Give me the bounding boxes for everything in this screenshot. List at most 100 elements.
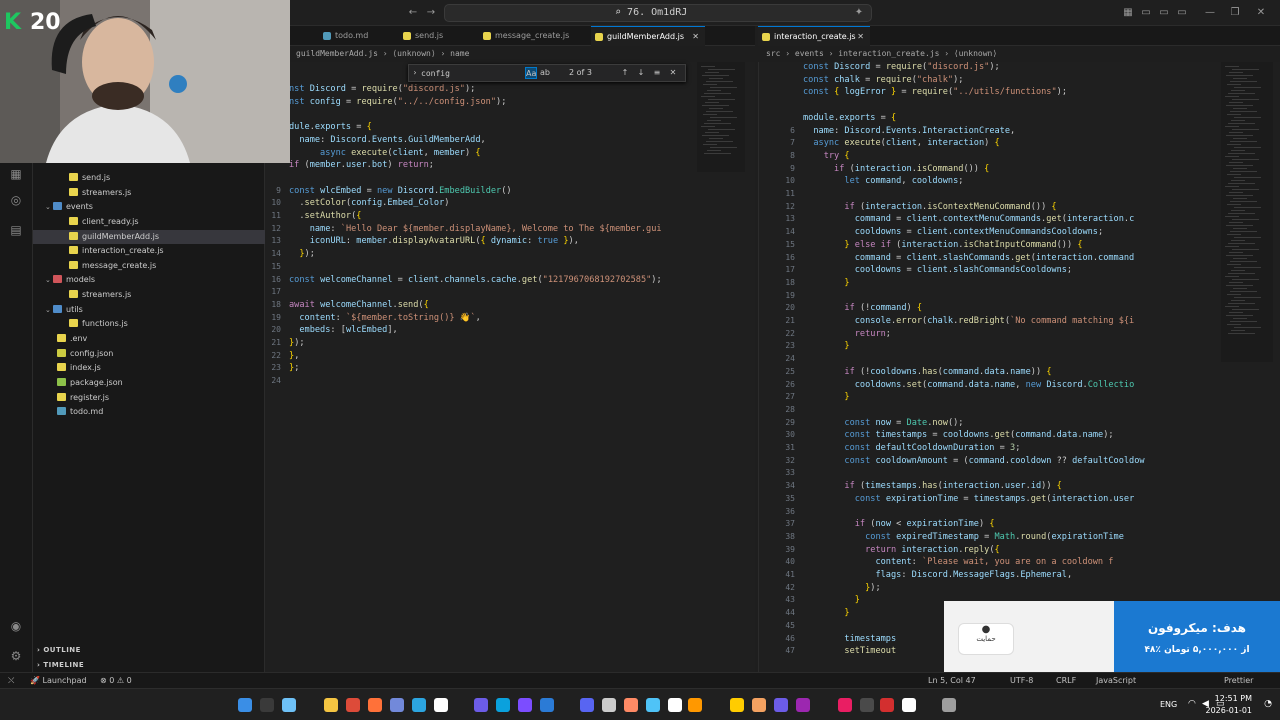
find-input[interactable]: config <box>421 67 581 80</box>
wifi-icon[interactable]: ◠ <box>1188 699 1196 709</box>
clock-date[interactable]: 2026-01-01 <box>1206 706 1253 715</box>
file-item[interactable]: index.js <box>33 361 265 375</box>
github-taskbar-icon[interactable] <box>434 698 448 712</box>
edge-taskbar-icon[interactable] <box>942 698 956 712</box>
whole-word-button[interactable]: ab <box>539 67 551 79</box>
file-item[interactable]: interaction_create.js <box>33 244 265 258</box>
file-item[interactable]: streamers.js <box>33 288 265 302</box>
reaper-taskbar-icon[interactable] <box>880 698 894 712</box>
telegram-taskbar-icon[interactable] <box>412 698 426 712</box>
figma-taskbar-icon[interactable] <box>860 698 874 712</box>
blender-taskbar-icon[interactable] <box>688 698 702 712</box>
remote-explorer-icon[interactable]: ◎ <box>8 192 24 208</box>
close-window-icon[interactable]: ✕ <box>1254 6 1268 20</box>
file-item[interactable]: functions.js <box>33 317 265 331</box>
language-indicator[interactable]: ENG <box>1160 700 1177 709</box>
editor-tab[interactable]: guildMemberAdd.js ✕ <box>591 26 705 46</box>
layout-icon[interactable]: ▦ <box>1121 6 1135 20</box>
settings-gear-icon[interactable]: ⚙ <box>8 648 24 664</box>
search-taskbar-icon[interactable] <box>260 698 274 712</box>
toggle-secondary-sidebar-icon[interactable]: ▭ <box>1175 6 1189 20</box>
taskmgr-taskbar-icon[interactable] <box>668 698 682 712</box>
note-taskbar-icon[interactable] <box>540 698 554 712</box>
file-item[interactable]: config.json <box>33 347 265 361</box>
language-mode[interactable]: JavaScript <box>1096 673 1136 689</box>
editor-left[interactable]: nst Discord = require("discord.js"); nst … <box>265 62 755 672</box>
file-item[interactable]: message_create.js <box>33 259 265 273</box>
close-find-icon[interactable]: ✕ <box>667 67 679 79</box>
minimap-right[interactable] <box>1221 62 1273 362</box>
file-item[interactable]: guildMemberAdd.js <box>33 230 265 244</box>
file-explorer-taskbar-icon[interactable] <box>282 698 296 712</box>
cursor-position[interactable]: Ln 5, Col 47 <box>928 673 976 689</box>
command-center-search[interactable]: ⌕ 76. Om1dRJ <box>444 4 872 22</box>
match-case-button[interactable]: Aa <box>525 67 537 79</box>
close-tab-icon[interactable]: ✕ <box>692 27 699 47</box>
minimize-icon[interactable]: — <box>1203 6 1217 20</box>
gitkraken-taskbar-icon[interactable] <box>774 698 788 712</box>
database-icon[interactable]: ▤ <box>8 222 24 238</box>
find-in-selection-icon[interactable]: ≡ <box>651 67 663 79</box>
toggle-panel-icon[interactable]: ▭ <box>1157 6 1171 20</box>
slack-taskbar-icon[interactable] <box>796 698 810 712</box>
encoding-item[interactable]: UTF-8 <box>1010 673 1033 689</box>
steam-taskbar-icon[interactable] <box>730 698 744 712</box>
prettier-item[interactable]: Prettier <box>1224 673 1253 689</box>
editor-tab[interactable]: send.js <box>399 26 479 46</box>
problems-item[interactable]: ⊗ 0 ⚠ 0 <box>100 673 132 689</box>
editor-tab[interactable]: message_create.js <box>479 26 591 46</box>
folder-item[interactable]: ⌄ utils <box>33 303 265 317</box>
minimap-left[interactable] <box>697 62 745 172</box>
file-item[interactable]: package.json <box>33 376 265 390</box>
previous-match-icon[interactable]: ↑ <box>619 67 631 79</box>
maximize-icon[interactable]: ❐ <box>1228 6 1242 20</box>
toggle-replace-chevron-icon[interactable]: › <box>409 67 421 79</box>
zoom-taskbar-icon[interactable] <box>580 698 594 712</box>
chrome-taskbar-icon[interactable] <box>346 698 360 712</box>
extensions-icon[interactable]: ▦ <box>8 166 24 182</box>
breadcrumb-left[interactable]: guildMemberAdd.js › ⟨unknown⟩ › name <box>296 47 469 61</box>
support-button[interactable]: ● حمایت <box>958 623 1014 655</box>
back-arrow-icon[interactable]: ← <box>406 6 420 20</box>
timeline-section[interactable]: › TIMELINE <box>37 661 84 669</box>
postman-taskbar-icon[interactable] <box>838 698 852 712</box>
next-match-icon[interactable]: ↓ <box>635 67 647 79</box>
firefox-taskbar-icon[interactable] <box>368 698 382 712</box>
toggle-sidebar-icon[interactable]: ▭ <box>1139 6 1153 20</box>
settings-taskbar-icon[interactable] <box>902 698 916 712</box>
clock-time[interactable]: 12:51 PM <box>1215 694 1252 703</box>
file-item[interactable]: .env <box>33 332 265 346</box>
discord-taskbar-icon[interactable] <box>390 698 404 712</box>
file-item[interactable]: streamers.js <box>33 186 265 200</box>
minimap-line <box>1234 327 1261 328</box>
file-item[interactable]: send.js <box>33 171 265 185</box>
obs-taskbar-icon[interactable] <box>496 698 510 712</box>
forward-arrow-icon[interactable]: → <box>424 6 438 20</box>
copilot-icon[interactable]: ✦ <box>852 6 866 20</box>
outline-section[interactable]: › OUTLINE <box>37 646 81 654</box>
jetbrains-taskbar-icon[interactable] <box>602 698 616 712</box>
eol-item[interactable]: CRLF <box>1056 673 1076 689</box>
remote-icon[interactable]: ⤬ <box>8 673 14 689</box>
editor-right-tab[interactable]: interaction_create.js ✕ <box>758 26 870 46</box>
editor-tab[interactable]: todo.md <box>319 26 399 46</box>
terminal-taskbar-icon[interactable] <box>518 698 532 712</box>
file-item[interactable]: client_ready.js <box>33 215 265 229</box>
close-tab-icon[interactable]: ✕ <box>857 27 864 47</box>
spotify-taskbar-icon[interactable] <box>646 698 660 712</box>
start-taskbar-icon[interactable] <box>238 698 252 712</box>
vscode-taskbar-icon[interactable] <box>474 698 488 712</box>
editor-right[interactable]: const Discord = require("discord.js"); co… <box>758 62 1280 672</box>
notification-bell-icon[interactable]: ◔ <box>1264 699 1272 709</box>
breadcrumb-right[interactable]: src › events › interaction_create.js › ⟨… <box>766 47 997 61</box>
office-taskbar-icon[interactable] <box>624 698 638 712</box>
notion-taskbar-icon[interactable] <box>752 698 766 712</box>
file-item[interactable]: todo.md <box>33 405 265 419</box>
folder-taskbar-icon[interactable] <box>324 698 338 712</box>
account-icon[interactable]: ◉ <box>8 618 24 634</box>
file-item[interactable]: register.js <box>33 391 265 405</box>
minimap-line <box>1230 291 1257 292</box>
folder-item[interactable]: ⌄ models <box>33 273 265 287</box>
launchpad-item[interactable]: 🚀 Launchpad <box>30 673 87 689</box>
folder-item[interactable]: ⌄ events <box>33 200 265 214</box>
